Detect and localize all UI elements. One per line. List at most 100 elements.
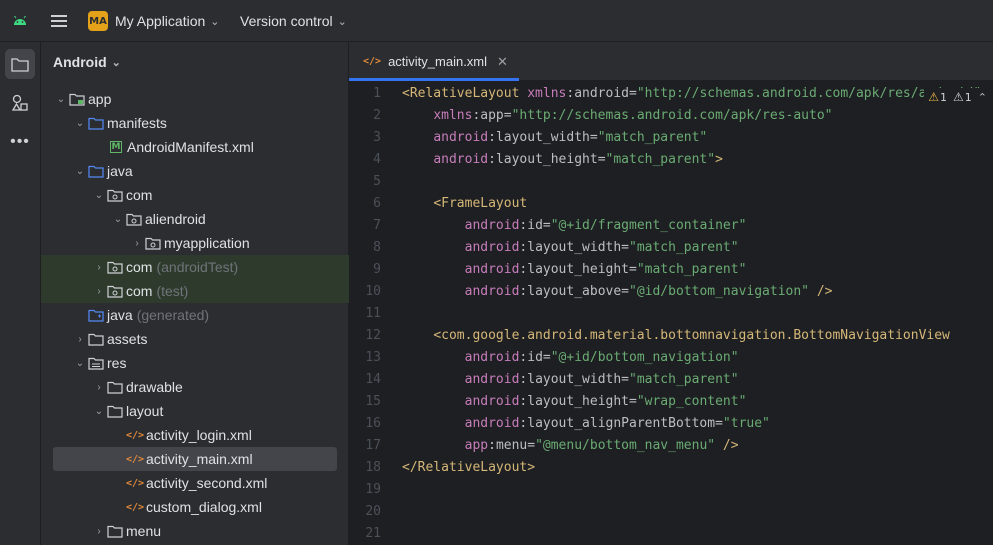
chevron-down-icon[interactable]: ⌄ (53, 94, 69, 105)
close-icon[interactable]: ✕ (497, 54, 508, 70)
line-number: 4 (373, 152, 381, 167)
tree-item-java[interactable]: ⌄ java (41, 159, 349, 183)
chevron-down-icon[interactable]: ⌄ (72, 358, 88, 369)
tree-item-activity-main[interactable]: </> activity_main.xml (53, 447, 337, 471)
chevron-right-icon[interactable]: › (91, 526, 107, 537)
chevron-down-icon[interactable]: ⌄ (72, 166, 88, 177)
code-line[interactable]: android:layout_height="match_parent" (402, 259, 993, 281)
package-icon (107, 260, 123, 274)
code-line[interactable]: android:layout_above="@id/bottom_navigat… (402, 281, 993, 303)
chevron-down-icon[interactable]: ⌄ (110, 214, 126, 225)
tree-item-sublabel: (test) (156, 283, 189, 299)
code-line[interactable]: android:layout_height="wrap_content" (402, 391, 993, 413)
chevron-right-icon[interactable]: › (91, 262, 107, 273)
folder-icon (88, 116, 104, 130)
code-line[interactable]: android:id="@+id/bottom_navigation" (402, 347, 993, 369)
xml-file-icon: </> (125, 501, 145, 513)
chevron-right-icon[interactable]: › (91, 286, 107, 297)
tree-item-label: drawable (126, 379, 183, 395)
chevron-down-icon: ⌄ (210, 15, 220, 28)
main-menu-icon[interactable] (48, 10, 70, 32)
code-line[interactable] (402, 479, 993, 501)
project-switcher[interactable]: MA My Application ⌄ (88, 10, 220, 32)
tree-item-activity-second[interactable]: </> activity_second.xml (41, 471, 349, 495)
title-bar: MA My Application ⌄ Version control ⌄ (0, 0, 993, 42)
tree-item-layout[interactable]: ⌄ layout (41, 399, 349, 423)
tree-item-custom-dialog[interactable]: </> custom_dialog.xml (41, 495, 349, 519)
line-number: 8 (373, 240, 381, 255)
code-line[interactable]: android:layout_width="match_parent" (402, 127, 993, 149)
code-line[interactable]: xmlns:app="http://schemas.android.com/ap… (402, 105, 993, 127)
tree-item-label: java (107, 307, 133, 323)
inspection-widget[interactable]: ⚠ 1 ⚠ 1 ⌃ (924, 88, 987, 106)
chevron-down-icon[interactable]: ⌄ (91, 406, 107, 417)
code-line[interactable] (402, 501, 993, 523)
line-number: 19 (365, 482, 381, 497)
more-tools-button[interactable]: ••• (5, 127, 35, 157)
android-studio-logo-icon[interactable] (10, 11, 30, 31)
line-number: 10 (365, 284, 381, 299)
line-number: 14 (365, 372, 381, 387)
line-number: 2 (373, 108, 381, 123)
tree-item-androidmanifest[interactable]: M AndroidManifest.xml (41, 135, 349, 159)
chevron-down-icon[interactable]: ⌄ (72, 118, 88, 129)
line-number: 13 (365, 350, 381, 365)
version-control-label: Version control (240, 13, 333, 29)
module-folder-icon (69, 92, 85, 106)
tree-item-label: app (88, 91, 112, 107)
tree-item-sublabel: (generated) (136, 307, 210, 323)
chevron-right-icon[interactable]: › (129, 238, 145, 249)
line-number: 11 (365, 306, 381, 321)
chevron-up-icon[interactable]: ⌃ (978, 91, 987, 104)
resource-manager-button[interactable] (5, 88, 35, 118)
chevron-down-icon[interactable]: ⌄ (91, 190, 107, 201)
tab-label: activity_main.xml (388, 54, 488, 69)
version-control-menu[interactable]: Version control ⌄ (240, 10, 347, 32)
tree-item-myapplication[interactable]: › myapplication (41, 231, 349, 255)
chevron-right-icon[interactable]: › (91, 382, 107, 393)
tree-item-com[interactable]: ⌄ com (41, 183, 349, 207)
folder-icon (88, 332, 104, 346)
code-line[interactable]: <RelativeLayout xmlns:android="http://sc… (402, 83, 993, 105)
tree-item-com-androidtest[interactable]: › com (androidTest) (41, 255, 349, 279)
tab-activity-main[interactable]: </> activity_main.xml ✕ (349, 42, 519, 81)
code-line[interactable]: android:layout_height="match_parent"> (402, 149, 993, 171)
tree-item-aliendroid[interactable]: ⌄ aliendroid (41, 207, 349, 231)
tree-item-label: activity_main.xml (146, 451, 253, 467)
tree-item-app[interactable]: ⌄ app (41, 87, 349, 111)
code-line[interactable] (402, 303, 993, 325)
weak-warning-icon: ⚠ (953, 90, 964, 104)
code-line[interactable]: android:id="@+id/fragment_container" (402, 215, 993, 237)
tree-item-com-test[interactable]: › com (test) (41, 279, 349, 303)
tree-item-label: com (126, 283, 153, 299)
xml-file-icon: </> (363, 56, 382, 67)
tree-item-label: java (107, 163, 133, 179)
tree-item-manifests[interactable]: ⌄ manifests (41, 111, 349, 135)
tree-item-label: manifests (107, 115, 167, 131)
tree-item-res[interactable]: ⌄ res (41, 351, 349, 375)
tree-item-label: custom_dialog.xml (146, 499, 262, 515)
tree-item-activity-login[interactable]: </> activity_login.xml (41, 423, 349, 447)
folder-icon (107, 404, 123, 418)
code-line[interactable] (402, 171, 993, 193)
active-tab-indicator (349, 78, 519, 81)
project-view-selector[interactable]: Android ⌄ (53, 54, 121, 70)
tree-item-java-generated[interactable]: java (generated) (41, 303, 349, 327)
tree-item-drawable[interactable]: › drawable (41, 375, 349, 399)
code-line[interactable]: android:layout_alignParentBottom="true" (402, 413, 993, 435)
code-line[interactable]: </RelativeLayout> (402, 457, 993, 479)
warning-icon: ⚠ (928, 90, 940, 104)
code-line[interactable] (402, 523, 993, 545)
code-line[interactable]: android:layout_width="match_parent" (402, 369, 993, 391)
tree-item-assets[interactable]: › assets (41, 327, 349, 351)
code-line[interactable]: <com.google.android.material.bottomnavig… (402, 325, 993, 347)
tree-item-label: res (107, 355, 127, 371)
code-line[interactable]: app:menu="@menu/bottom_nav_menu" /> (402, 435, 993, 457)
tree-item-menu[interactable]: › menu (41, 519, 349, 543)
code-area[interactable]: <RelativeLayout xmlns:android="http://sc… (402, 83, 993, 545)
chevron-right-icon[interactable]: › (72, 334, 88, 345)
tree-item-label: com (126, 259, 153, 275)
project-tool-button[interactable] (5, 49, 35, 79)
code-line[interactable]: android:layout_width="match_parent" (402, 237, 993, 259)
code-line[interactable]: <FrameLayout (402, 193, 993, 215)
